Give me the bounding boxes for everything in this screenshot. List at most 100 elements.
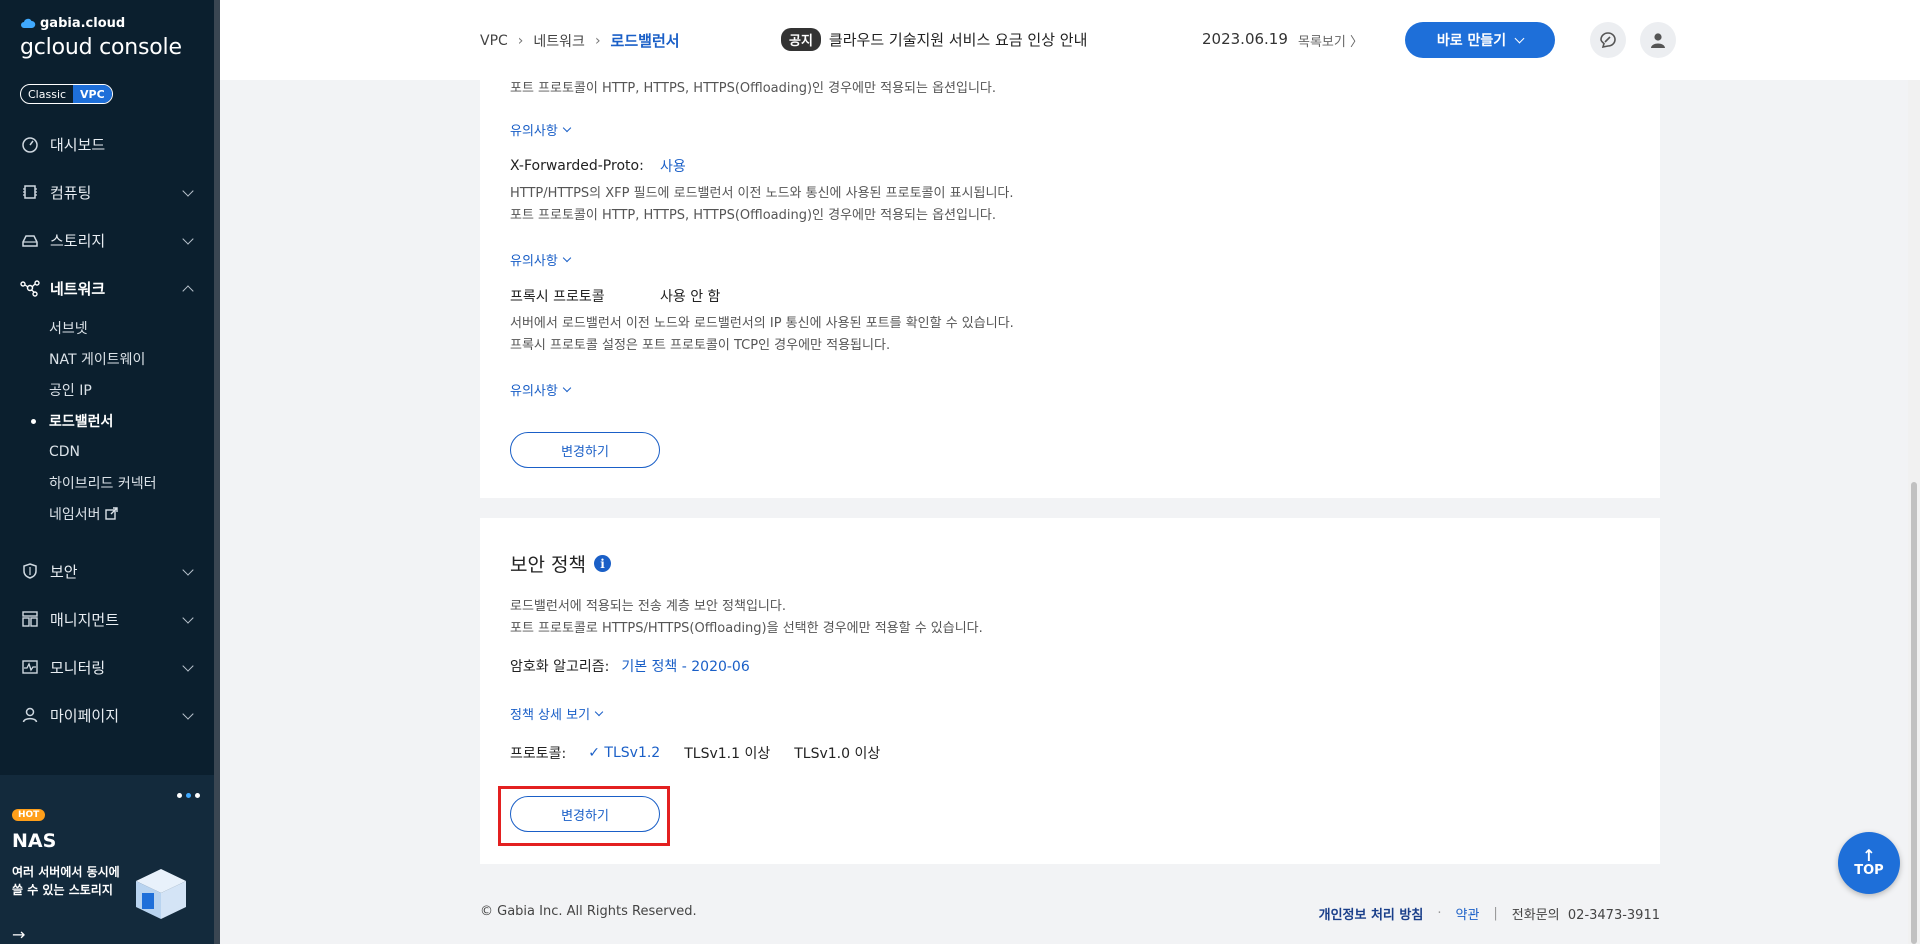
promo-dot-active[interactable] xyxy=(186,793,191,798)
change-options-button[interactable]: 변경하기 xyxy=(510,432,660,468)
caution-label: 유의사항 xyxy=(510,254,558,269)
promo-banner[interactable]: HOT NAS 여러 서버에서 동시에 쓸 수 있는 스토리지 → xyxy=(0,775,214,944)
sidebar-item-security[interactable]: 보안 xyxy=(0,547,214,595)
protocol-tlsv10: TLSv1.0 이상 xyxy=(794,746,881,762)
policy-detail-toggle[interactable]: 정책 상세 보기 xyxy=(510,704,604,723)
listener-options-card: 포트 프로토콜이 HTTP, HTTPS, HTTPS(Offloading)인… xyxy=(480,80,1660,498)
chevron-down-icon xyxy=(594,707,604,717)
encryption-algorithm-value[interactable]: 기본 정책 - 2020-06 xyxy=(621,656,749,676)
dashboard-icon xyxy=(20,134,40,154)
top-header: VPC › 네트워크 › 로드밸런서 공지 클라우드 기술지원 서비스 요금 인… xyxy=(220,0,1920,80)
sidebar-item-label: 대시보드 xyxy=(50,135,106,154)
xfp-label: X-Forwarded-Proto: xyxy=(510,158,644,174)
notice-date: 2023.06.19 xyxy=(1202,30,1288,48)
sidebar-item-monitoring[interactable]: 모니터링 xyxy=(0,643,214,691)
caution-label: 유의사항 xyxy=(510,124,558,139)
policy-detail-label: 정책 상세 보기 xyxy=(510,708,591,723)
breadcrumb-item-vpc[interactable]: VPC xyxy=(480,33,508,49)
chevron-down-icon xyxy=(182,708,194,720)
promo-title: NAS xyxy=(12,830,57,852)
promo-dot[interactable] xyxy=(177,793,182,798)
notice-banner[interactable]: 공지 클라우드 기술지원 서비스 요금 인상 안내 xyxy=(781,28,1087,51)
chevron-down-icon xyxy=(182,185,194,197)
profile-button[interactable] xyxy=(1640,22,1676,58)
proxy-description-2: 프록시 프로토콜 설정은 포트 프로토콜이 TCP인 경우에만 적용됩니다. xyxy=(510,338,891,353)
proxy-description-1: 서버에서 로드밸런서 이전 노드와 로드밸런서의 IP 통신에 사용된 포트를 … xyxy=(510,316,1014,331)
sidebar-subitem-cdn[interactable]: CDN xyxy=(0,436,214,467)
sidebar-item-label: 스토리지 xyxy=(50,231,106,250)
protocol-label: 프로토콜: xyxy=(510,746,567,762)
security-policy-title: 보안 정책 i xyxy=(510,550,611,577)
management-icon xyxy=(20,609,40,629)
promo-pagination[interactable] xyxy=(177,793,200,798)
sidebar-scrollbar[interactable] xyxy=(214,0,220,944)
user-icon xyxy=(20,705,40,725)
phone-text: 전화문의 02-3473-3911 xyxy=(1511,908,1660,923)
env-classic[interactable]: Classic xyxy=(21,85,73,103)
brand-logo[interactable]: gabia.cloud gcloud console xyxy=(20,16,182,60)
scroll-top-button[interactable]: ↑ TOP xyxy=(1838,832,1900,894)
feedback-icon xyxy=(1600,32,1616,49)
sidebar: gabia.cloud gcloud console Classic VPC 대… xyxy=(0,0,220,944)
encryption-algorithm-row: 암호화 알고리즘: 기본 정책 - 2020-06 xyxy=(510,656,750,676)
promo-description: 여러 서버에서 동시에 쓸 수 있는 스토리지 xyxy=(12,865,120,897)
caution-label: 유의사항 xyxy=(510,384,558,399)
caution-toggle[interactable]: 유의사항 xyxy=(510,380,572,399)
feedback-button[interactable] xyxy=(1590,22,1626,58)
promo-next-arrow[interactable]: → xyxy=(12,925,25,944)
section-title-text: 보안 정책 xyxy=(510,554,586,576)
sidebar-item-label: 네트워크 xyxy=(50,279,106,298)
monitoring-icon xyxy=(20,657,40,677)
sidebar-item-management[interactable]: 매니지먼트 xyxy=(0,595,214,643)
sidebar-item-label: 보안 xyxy=(50,562,78,581)
sidebar-item-network[interactable]: 네트워크 xyxy=(0,264,214,312)
security-policy-description-1: 로드밸런서에 적용되는 전송 계층 보안 정책입니다. xyxy=(510,599,786,614)
env-toggle[interactable]: Classic VPC xyxy=(20,84,113,104)
option-description: 포트 프로토콜이 HTTP, HTTPS, HTTPS(Offloading)인… xyxy=(510,81,997,96)
chevron-down-icon xyxy=(1514,33,1525,43)
terms-link[interactable]: 약관 xyxy=(1455,904,1479,923)
brand-top-text: gabia.cloud xyxy=(40,16,126,31)
notice-text[interactable]: 클라우드 기술지원 서비스 요금 인상 안내 xyxy=(829,29,1087,50)
breadcrumb-item-network[interactable]: 네트워크 xyxy=(533,31,585,51)
sidebar-subitem-subnet[interactable]: 서브넷 xyxy=(0,312,214,343)
privacy-policy-link[interactable]: 개인정보 처리 방침 xyxy=(1319,904,1424,923)
sidebar-subitem-nameserver[interactable]: 네임서버 xyxy=(0,498,214,529)
sidebar-subitem-label: 네임서버 xyxy=(49,506,101,523)
sidebar-item-label: 매니지먼트 xyxy=(50,610,120,629)
proxy-protocol-row: 프록시 프로토콜 사용 안 함 xyxy=(510,286,720,306)
shield-icon xyxy=(20,561,40,581)
sidebar-subitem-public-ip[interactable]: 공인 IP xyxy=(0,374,214,405)
network-icon xyxy=(20,278,40,298)
xfp-row: X-Forwarded-Proto: 사용 xyxy=(510,156,686,176)
footer: © Gabia Inc. All Rights Reserved. 개인정보 처… xyxy=(480,904,1660,923)
copyright-text: © Gabia Inc. All Rights Reserved. xyxy=(480,904,697,919)
env-vpc[interactable]: VPC xyxy=(73,85,112,103)
protocol-tlsv11: TLSv1.1 이상 xyxy=(684,746,771,762)
highlight-annotation xyxy=(498,786,670,846)
sidebar-subitem-hybrid-connector[interactable]: 하이브리드 커넥터 xyxy=(0,467,214,498)
sidebar-subitem-load-balancer[interactable]: 로드밸런서 xyxy=(0,405,214,436)
sidebar-item-mypage[interactable]: 마이페이지 xyxy=(0,691,214,739)
scrollbar-thumb[interactable] xyxy=(1911,482,1917,944)
caution-toggle[interactable]: 유의사항 xyxy=(510,250,572,269)
quick-create-button[interactable]: 바로 만들기 xyxy=(1405,22,1555,58)
sidebar-item-storage[interactable]: 스토리지 xyxy=(0,216,214,264)
main-scrollbar[interactable] xyxy=(1908,80,1920,944)
proxy-protocol-value: 사용 안 함 xyxy=(660,289,721,305)
chevron-down-icon xyxy=(182,233,194,245)
sidebar-item-dashboard[interactable]: 대시보드 xyxy=(0,120,214,168)
promo-dot[interactable] xyxy=(195,793,200,798)
chevron-down-icon xyxy=(182,660,194,672)
sidebar-subitem-nat-gateway[interactable]: NAT 게이트웨이 xyxy=(0,343,214,374)
breadcrumb-separator: › xyxy=(517,32,524,49)
notice-list-link[interactable]: 목록보기 〉 xyxy=(1298,31,1363,50)
sidebar-item-label: 마이페이지 xyxy=(50,706,120,725)
sidebar-item-computing[interactable]: 컴퓨팅 xyxy=(0,168,214,216)
caution-toggle[interactable]: 유의사항 xyxy=(510,120,572,139)
brand-bottom-text: gcloud console xyxy=(20,35,182,60)
breadcrumb: VPC › 네트워크 › 로드밸런서 xyxy=(480,30,680,51)
info-icon[interactable]: i xyxy=(593,555,611,572)
hot-badge: HOT xyxy=(12,809,46,821)
chevron-down-icon xyxy=(182,612,194,624)
